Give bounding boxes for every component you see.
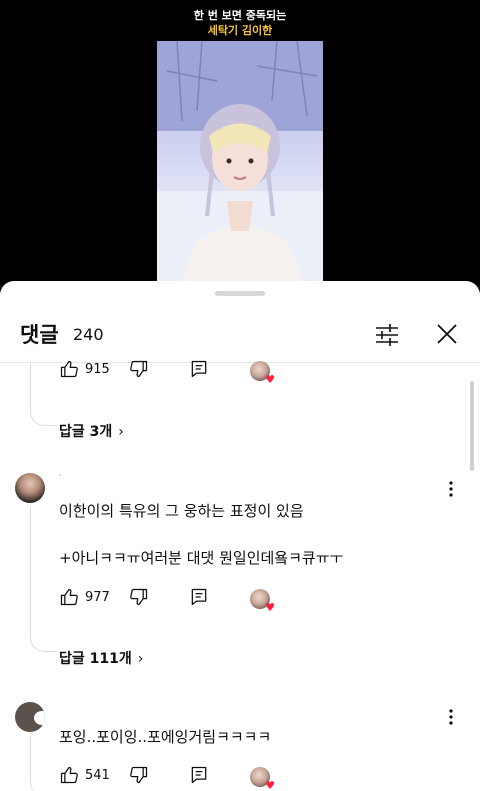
dislike-button[interactable] — [129, 587, 149, 607]
more-vert-icon[interactable] — [446, 708, 456, 726]
comments-header: 댓글 240 — [0, 317, 480, 351]
caption-line-2: 세탁기 김이한 — [207, 24, 273, 37]
like-button[interactable]: 915 — [59, 359, 110, 379]
like-button[interactable]: 977 — [59, 587, 110, 607]
reply-icon — [191, 360, 207, 378]
reply-icon — [191, 766, 207, 784]
sliders-icon[interactable] — [374, 322, 400, 348]
video-thumbnail-illustration — [157, 41, 323, 290]
like-count: 915 — [85, 361, 110, 377]
comment-text-line: 이한이의 특유의 그 웅하는 표정이 있음 — [59, 502, 304, 520]
reply-button[interactable] — [189, 587, 209, 607]
thumbs-down-icon — [130, 766, 148, 784]
comments-count: 240 — [73, 325, 104, 344]
thread-line — [30, 507, 57, 652]
avatar[interactable] — [15, 702, 45, 732]
close-icon[interactable] — [434, 321, 460, 347]
dislike-button[interactable] — [129, 765, 149, 785]
reply-button[interactable] — [189, 359, 209, 379]
heart-icon: ♥ — [265, 601, 275, 614]
drag-handle[interactable] — [215, 291, 265, 296]
creator-heart-avatar: ♥ — [250, 767, 275, 791]
thumbs-up-icon — [60, 360, 78, 378]
comment-text-line: +아니ㅋㅋㅠ여러분 대댓 뭔일인데욬ㅋ큐ㅠㅜ — [59, 549, 344, 567]
thumbs-up-icon — [60, 588, 78, 606]
replies-toggle[interactable]: 답글 3개 › — [59, 421, 124, 441]
comments-title: 댓글 — [20, 323, 59, 347]
like-count: 977 — [85, 589, 110, 605]
replies-toggle[interactable]: 답글 111개 › — [59, 648, 143, 668]
reply-icon — [191, 588, 207, 606]
comment-3-actions: 541 ♥ — [59, 765, 319, 791]
thumbs-down-icon — [130, 360, 148, 378]
creator-heart-avatar: ♥ — [250, 589, 275, 613]
thread-line — [30, 363, 57, 426]
heart-icon: ♥ — [265, 373, 275, 386]
video-caption: 한 번 보면 중독되는 세탁기 김이한 — [0, 8, 480, 38]
thumbs-down-icon — [130, 588, 148, 606]
chevron-right-icon: › — [118, 424, 124, 440]
replies-label: 답글 111개 — [59, 651, 132, 667]
video-player[interactable]: 한 번 보면 중독되는 세탁기 김이한 — [0, 0, 480, 290]
video-frame — [157, 41, 323, 290]
comments-sheet: 댓글 240 915 ♥ 답글 3개 › · 이한이의 특유의 그 웅하는 표정… — [0, 281, 480, 791]
thumbs-up-icon — [60, 766, 78, 784]
thread-line — [30, 736, 57, 791]
replies-label: 답글 3개 — [59, 424, 113, 440]
comment-2-actions: 977 ♥ — [59, 587, 319, 613]
like-count: 541 — [85, 767, 110, 783]
like-button[interactable]: 541 — [59, 765, 110, 785]
comment-text: 포잉..포이잉..포에잉거림ㅋㅋㅋㅋ — [59, 728, 272, 746]
dislike-button[interactable] — [129, 359, 149, 379]
more-vert-icon[interactable] — [446, 480, 456, 498]
creator-heart-avatar: ♥ — [250, 361, 275, 385]
username[interactable]: · — [59, 471, 62, 482]
heart-icon: ♥ — [265, 779, 275, 791]
comment-1-actions: 915 ♥ — [59, 359, 319, 385]
reply-button[interactable] — [189, 765, 209, 785]
scrollbar[interactable] — [470, 381, 474, 471]
avatar[interactable] — [15, 473, 45, 503]
caption-line-1: 한 번 보면 중독되는 — [193, 9, 287, 22]
chevron-right-icon: › — [137, 651, 144, 667]
